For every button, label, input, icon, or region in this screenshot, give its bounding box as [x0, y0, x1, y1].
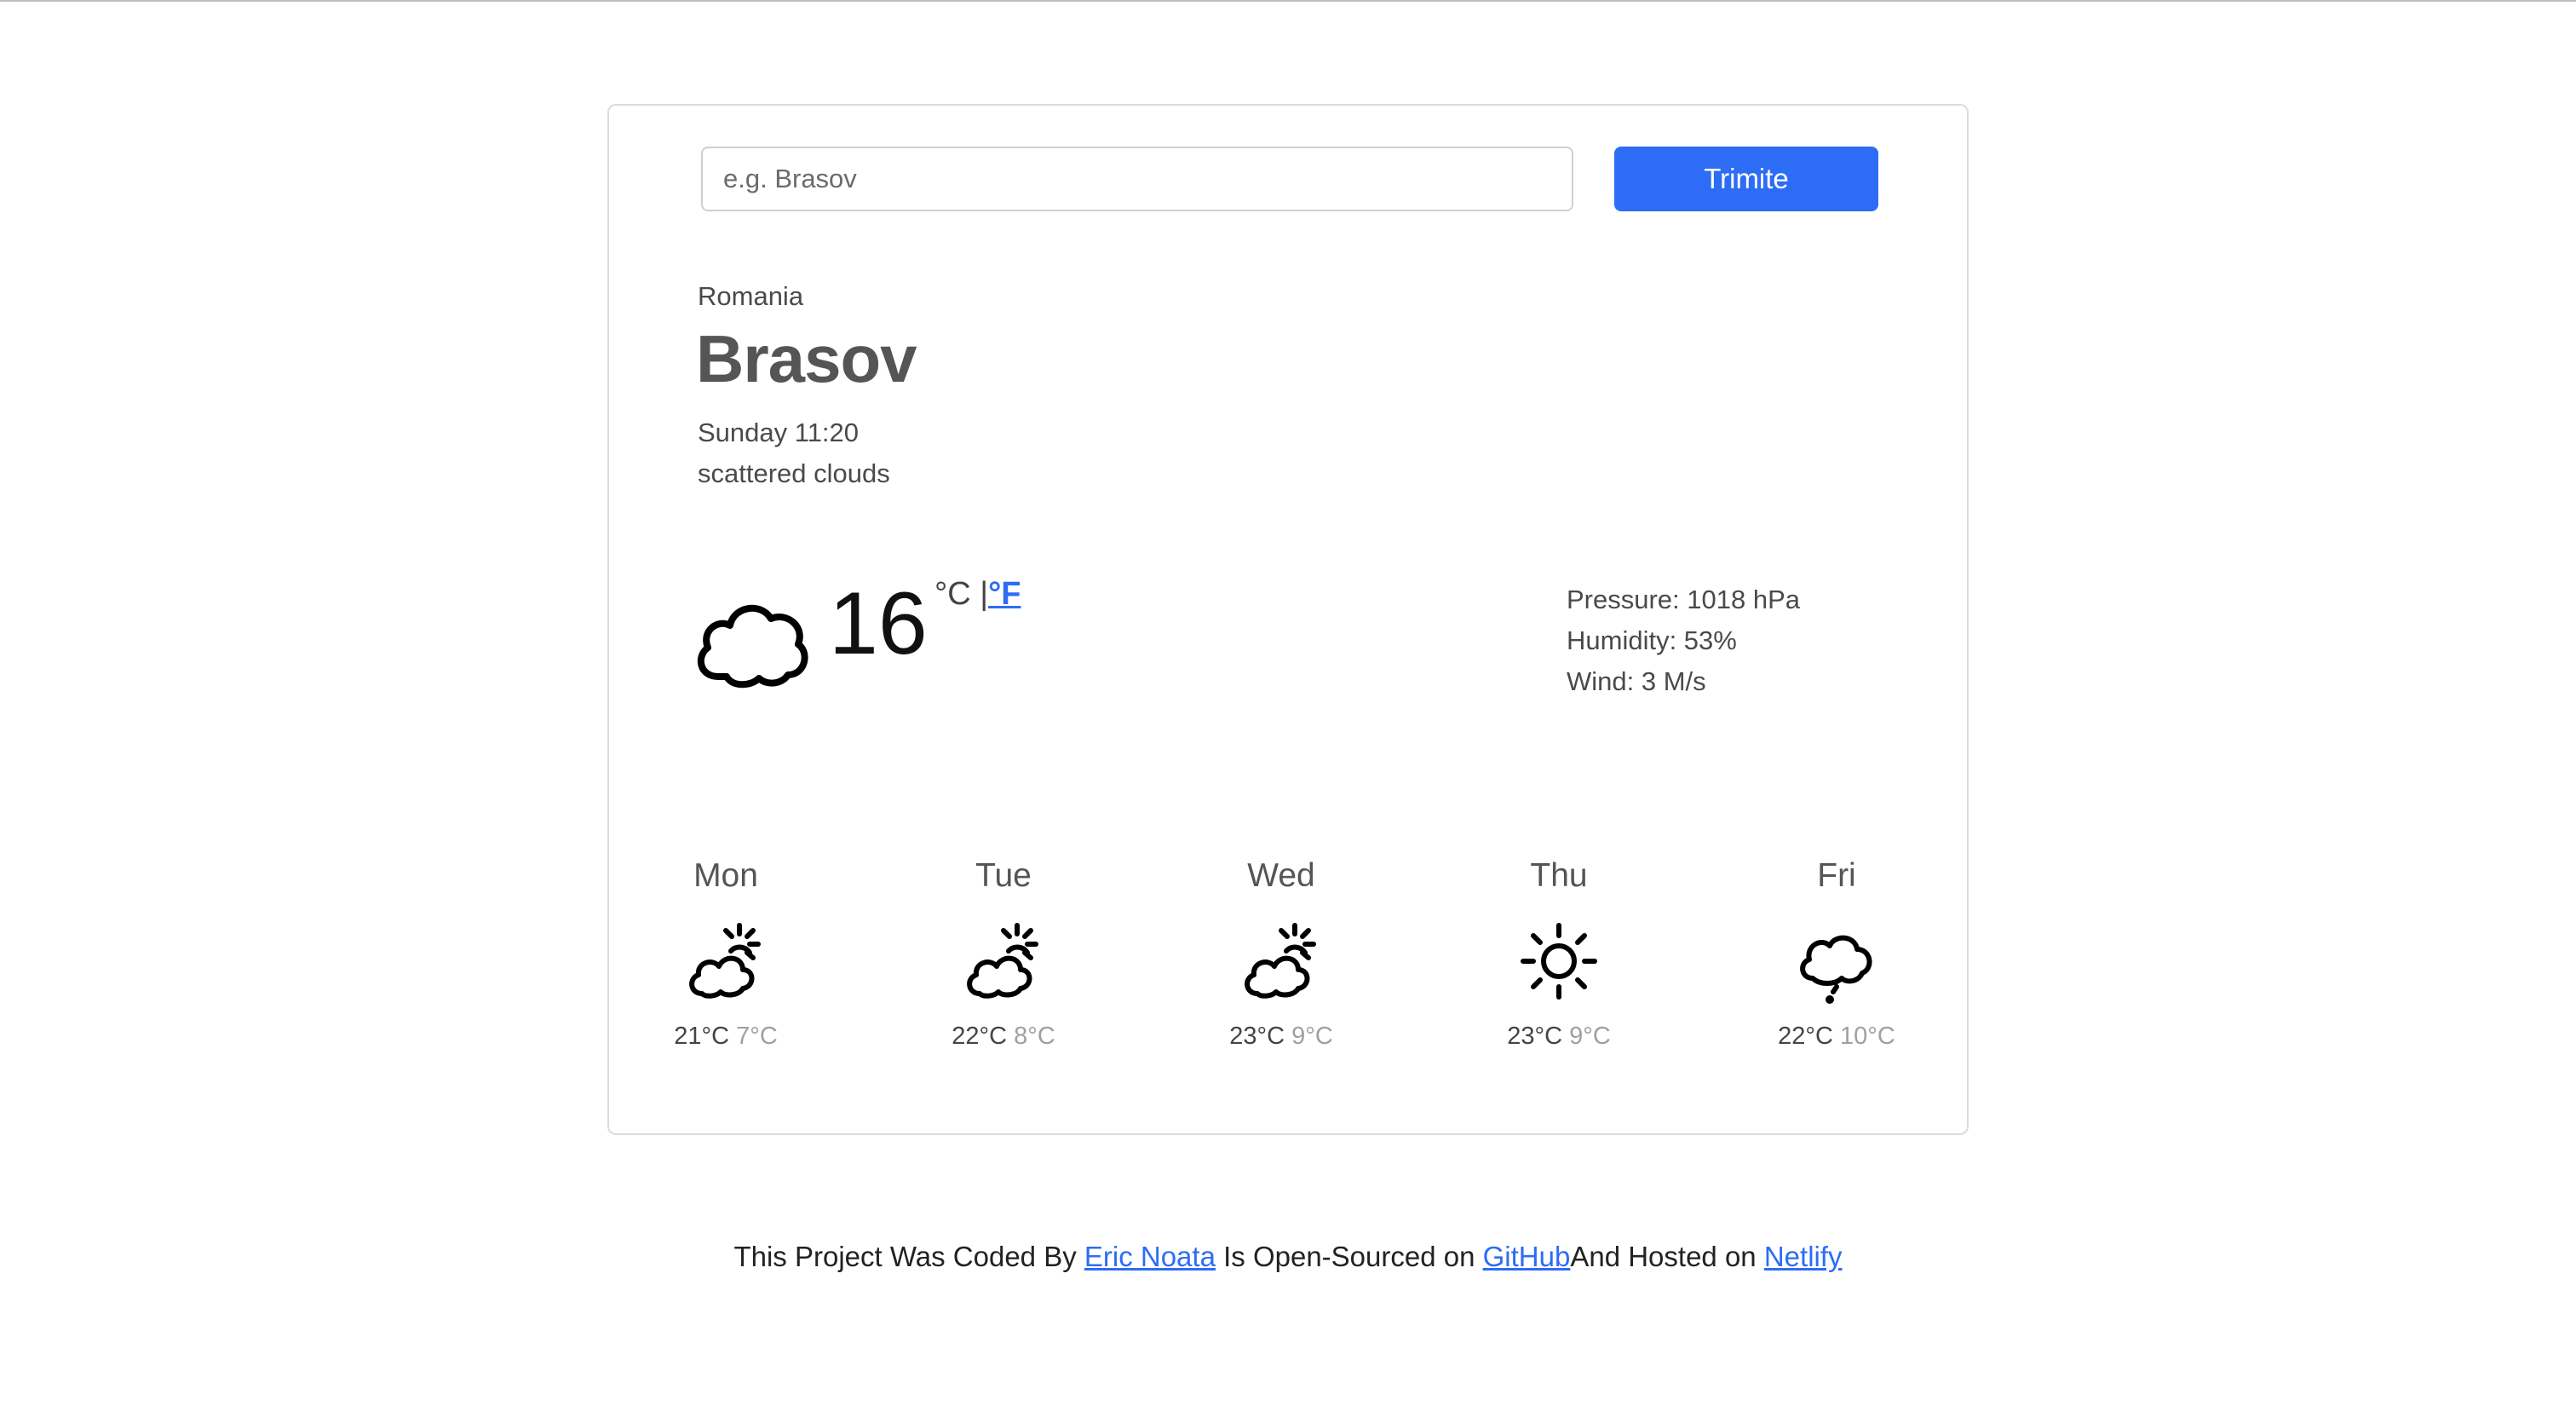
forecast-high: 22°C	[1778, 1023, 1833, 1050]
forecast-day: Mon 21°C 7°C	[641, 857, 811, 1051]
page-footer: This Project Was Coded By Eric Noata Is …	[0, 1241, 2576, 1273]
unit-switch: °C |°F	[934, 576, 1021, 613]
github-link[interactable]: GitHub	[1483, 1241, 1571, 1272]
forecast-temps: 23°C 9°C	[1196, 1023, 1366, 1051]
date-time: Sunday 11:20	[698, 418, 860, 447]
forecast-low: 9°C	[1569, 1023, 1611, 1050]
forecast-day: Tue 22°C 8°C	[918, 857, 1089, 1051]
forecast-day-name: Mon	[693, 857, 758, 894]
author-link[interactable]: Eric Noata	[1084, 1241, 1216, 1272]
country-label: Romania	[698, 281, 804, 311]
forecast-low: 10°C	[1840, 1023, 1895, 1050]
city-search-input[interactable]	[701, 147, 1573, 211]
forecast-temps: 22°C 10°C	[1751, 1023, 1922, 1051]
cloud-icon	[697, 604, 808, 689]
forecast-day-name: Tue	[975, 857, 1032, 894]
forecast-temps: 21°C 7°C	[641, 1023, 811, 1051]
forecast-day: Wed 23°C 9°C	[1196, 857, 1366, 1051]
forecast-low: 9°C	[1291, 1023, 1333, 1050]
forecast-day-name: Fri	[1817, 857, 1856, 894]
partly-cloudy-icon	[689, 923, 761, 999]
pressure-value: Pressure: 1018 hPa	[1567, 585, 1801, 614]
humidity-value: Humidity: 53%	[1567, 625, 1737, 655]
forecast-day: Thu 23°C 9°C	[1474, 857, 1644, 1051]
weather-description: scattered clouds	[698, 458, 890, 488]
sun-icon	[1521, 923, 1597, 1000]
forecast-low: 7°C	[736, 1023, 778, 1050]
partly-cloudy-icon	[1245, 923, 1316, 999]
netlify-link[interactable]: Netlify	[1764, 1241, 1843, 1272]
submit-button[interactable]: Trimite	[1614, 147, 1878, 211]
weather-card: Trimite Romania Brasov Sunday 11:20 scat…	[607, 104, 1969, 1135]
cloud-rain-icon	[1800, 935, 1872, 1004]
footer-hosted: And Hosted on	[1570, 1241, 1764, 1272]
forecast-low: 8°C	[1014, 1023, 1055, 1050]
city-title: Brasov	[696, 321, 917, 396]
forecast-day: Fri 22°C 10°C	[1751, 857, 1922, 1051]
forecast-temps: 23°C 9°C	[1474, 1023, 1644, 1051]
forecast-high: 23°C	[1229, 1023, 1285, 1050]
forecast-day-name: Thu	[1530, 857, 1588, 894]
footer-middle: Is Open-Sourced on	[1215, 1241, 1483, 1272]
forecast-high: 21°C	[674, 1023, 730, 1050]
forecast-high: 22°C	[952, 1023, 1008, 1050]
forecast-day-name: Wed	[1247, 857, 1315, 894]
weather-details: Pressure: 1018 hPa Humidity: 53% Wind: 3…	[1567, 579, 1800, 702]
partly-cloudy-icon	[967, 923, 1038, 999]
forecast-high: 23°C	[1507, 1023, 1563, 1050]
top-divider	[0, 0, 2576, 2]
current-temperature: 16	[829, 574, 928, 673]
celsius-unit: °C |	[934, 576, 989, 612]
fahrenheit-link[interactable]: °F	[988, 576, 1021, 612]
forecast-temps: 22°C 8°C	[918, 1023, 1089, 1051]
footer-prefix: This Project Was Coded By	[733, 1241, 1084, 1272]
wind-value: Wind: 3 M/s	[1567, 666, 1706, 696]
